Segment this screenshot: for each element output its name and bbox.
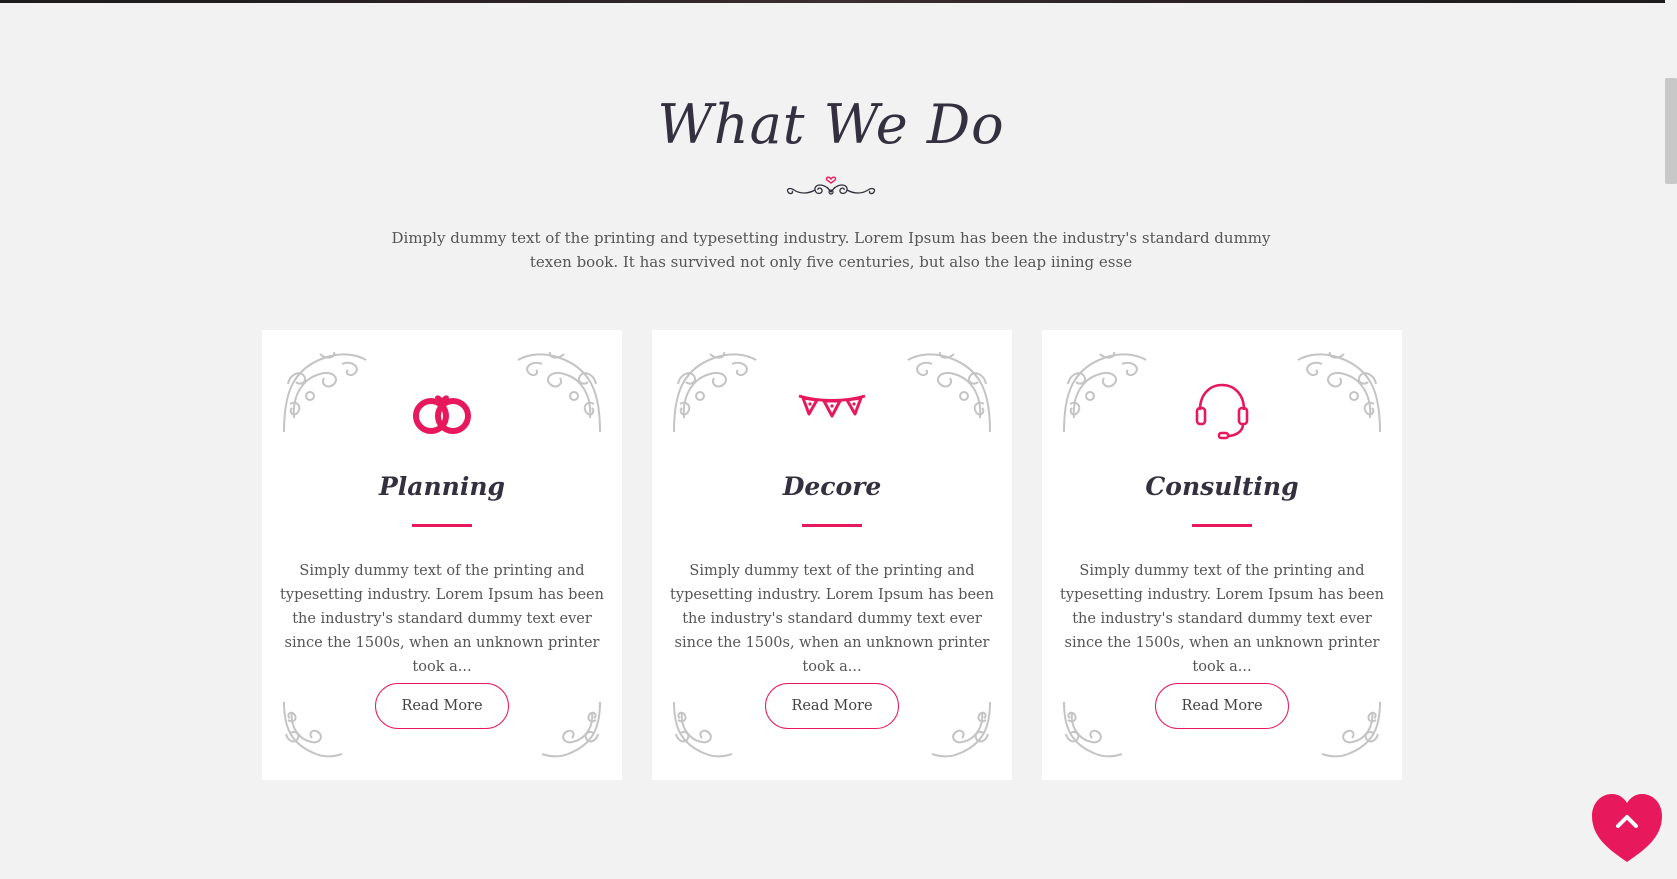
corner-ornament-icon xyxy=(1321,701,1381,758)
corner-ornament-icon xyxy=(907,351,991,433)
section-intro: Dimply dummy text of the printing and ty… xyxy=(391,229,1271,271)
corner-ornament-icon xyxy=(1297,351,1381,433)
card-title: Consulting xyxy=(1145,472,1299,501)
card-description: Simply dummy text of the printing and ty… xyxy=(280,563,604,675)
title-underline xyxy=(412,524,472,527)
read-more-button[interactable]: Read More xyxy=(375,683,509,729)
scrollbar-thumb[interactable] xyxy=(1665,78,1677,184)
corner-ornament-icon xyxy=(673,701,733,758)
corner-ornament-icon xyxy=(1063,701,1123,758)
bunting-flags-icon xyxy=(798,394,866,418)
corner-ornament-icon xyxy=(541,701,601,758)
service-card-planning: Planning Simply dummy text of the printi… xyxy=(262,330,622,780)
heart-flourish-divider-icon xyxy=(786,176,876,195)
page-scrollbar[interactable] xyxy=(1665,0,1677,879)
card-description: Simply dummy text of the printing and ty… xyxy=(670,563,994,675)
headset-icon xyxy=(1195,383,1249,440)
title-underline xyxy=(802,524,862,527)
service-card-consulting: Consulting Simply dummy text of the prin… xyxy=(1042,330,1402,780)
back-to-top-heart-icon[interactable] xyxy=(1590,792,1664,864)
corner-ornament-icon xyxy=(283,351,367,433)
service-card-decore: Decore Simply dummy text of the printing… xyxy=(652,330,1012,780)
wedding-rings-icon xyxy=(413,395,471,434)
section-title: What We Do xyxy=(657,93,1005,156)
corner-ornament-icon xyxy=(673,351,757,433)
corner-ornament-icon xyxy=(1063,351,1147,433)
read-more-button[interactable]: Read More xyxy=(765,683,899,729)
corner-ornament-icon xyxy=(931,701,991,758)
corner-ornament-icon xyxy=(517,351,601,433)
corner-ornament-icon xyxy=(283,701,343,758)
card-title: Planning xyxy=(378,472,505,501)
card-description: Simply dummy text of the printing and ty… xyxy=(1060,563,1384,675)
top-image-edge xyxy=(0,0,1677,3)
title-underline xyxy=(1192,524,1252,527)
read-more-button[interactable]: Read More xyxy=(1155,683,1289,729)
card-title: Decore xyxy=(782,472,882,501)
